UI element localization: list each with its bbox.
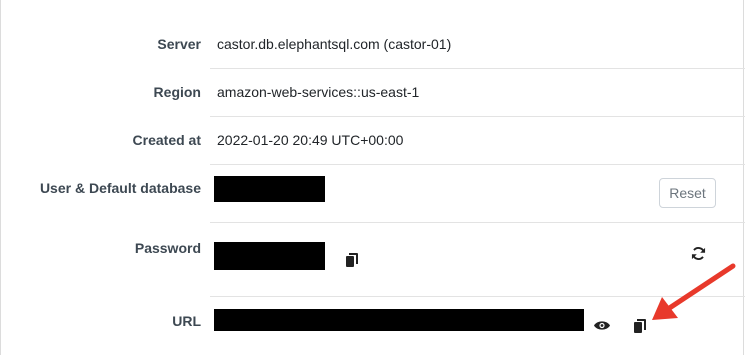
copy-password-button[interactable] [344, 251, 360, 269]
server-label: Server [157, 36, 201, 52]
copy-icon [346, 253, 358, 267]
region-value: amazon-web-services::us-east-1 [217, 84, 420, 100]
reset-button[interactable]: Reset [659, 178, 716, 208]
divider [210, 164, 745, 165]
created-at-label: Created at [132, 132, 201, 148]
password-label: Password [134, 240, 201, 256]
show-url-button[interactable] [591, 317, 613, 333]
user-database-value-redacted[interactable] [214, 176, 325, 202]
url-label: URL [172, 313, 201, 329]
created-at-value: 2022-01-20 20:49 UTC+00:00 [217, 132, 404, 148]
divider [210, 68, 745, 69]
url-value-redacted[interactable] [214, 309, 584, 331]
instance-details-panel: Server castor.db.elephantsql.com (castor… [0, 0, 745, 355]
refresh-icon [691, 246, 705, 260]
eye-icon [594, 320, 610, 330]
rotate-password-button[interactable] [689, 244, 707, 262]
server-value: castor.db.elephantsql.com (castor-01) [217, 36, 452, 52]
divider [210, 222, 745, 223]
divider [210, 296, 745, 297]
user-database-label: User & Default database [39, 180, 201, 196]
region-label: Region [153, 84, 201, 100]
password-value-redacted[interactable] [214, 242, 325, 270]
copy-url-button[interactable] [632, 317, 648, 335]
copy-icon [634, 319, 646, 333]
divider [210, 116, 745, 117]
